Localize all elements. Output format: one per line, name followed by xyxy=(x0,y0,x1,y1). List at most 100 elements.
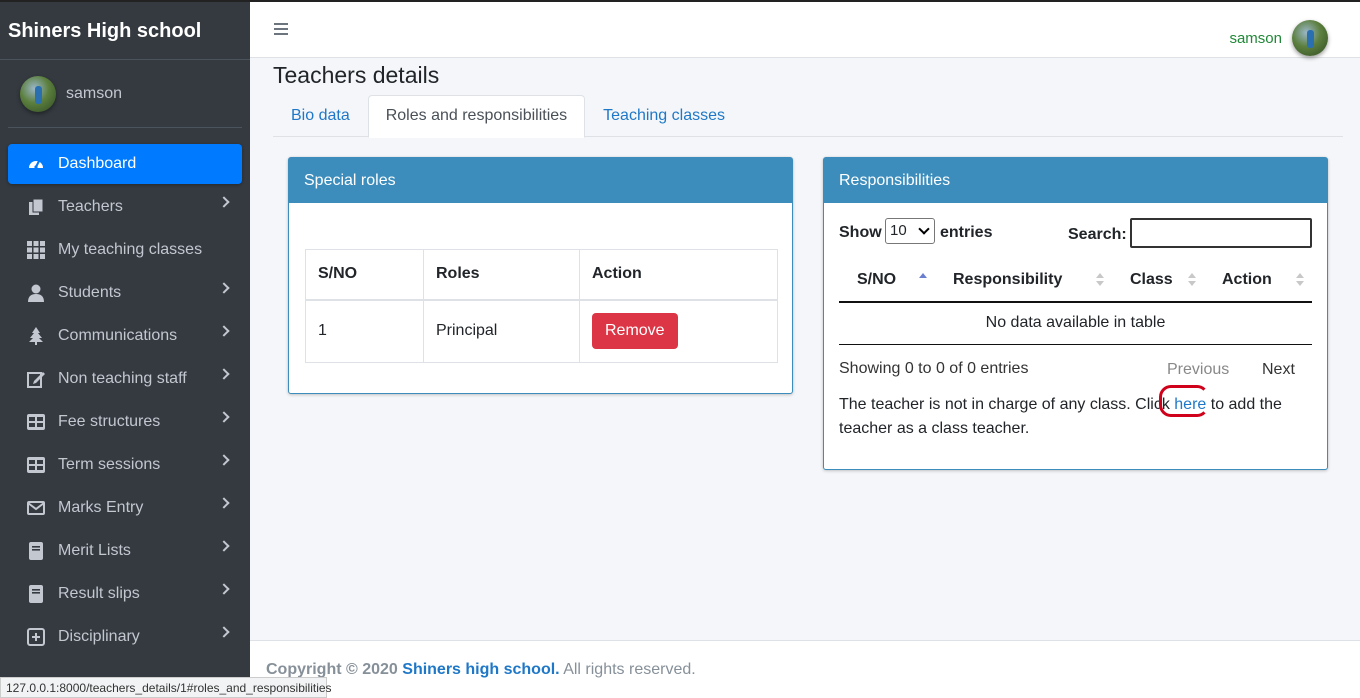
special-roles-card: Special roles S/NO Roles Action 1 Princi… xyxy=(288,157,793,394)
chevron-right-icon xyxy=(218,540,230,552)
column-label: Class xyxy=(1130,270,1173,288)
note-text: The teacher is not in charge of any clas… xyxy=(839,396,1175,413)
chevron-right-icon xyxy=(218,497,230,509)
chevron-right-icon xyxy=(218,583,230,595)
edit-icon xyxy=(26,369,46,389)
chevron-right-icon xyxy=(218,196,230,208)
chevron-right-icon xyxy=(218,626,230,638)
plus-square-icon xyxy=(26,627,46,647)
sidebar-item-teachers[interactable]: Teachers xyxy=(8,187,242,227)
table-row: No data available in table xyxy=(839,302,1312,345)
previous-button[interactable]: Previous xyxy=(1167,361,1229,379)
cell-sno: 1 xyxy=(305,299,424,363)
search-label: Search: xyxy=(1068,226,1127,243)
sidebar-item-label: Dashboard xyxy=(58,155,137,172)
sort-icon xyxy=(1188,273,1196,287)
chevron-right-icon xyxy=(218,368,230,380)
search-input[interactable] xyxy=(1130,218,1312,248)
chevron-right-icon xyxy=(218,325,230,337)
column-header: Action xyxy=(579,249,778,301)
sidebar-item-label: Non teaching staff xyxy=(58,370,187,387)
chevron-right-icon xyxy=(218,454,230,466)
rights-text: All rights reserved. xyxy=(559,661,696,678)
copyright-text: Copyright © 2020 xyxy=(266,661,403,678)
table-row: 1 Principal Remove xyxy=(305,299,778,363)
sidebar-item-merit-lists[interactable]: Merit Lists xyxy=(8,531,242,571)
cell-action: Remove xyxy=(579,299,778,363)
top-user-menu[interactable]: samson xyxy=(1229,20,1338,56)
user-name[interactable]: samson xyxy=(66,85,122,103)
card-title: Responsibilities xyxy=(824,158,1327,203)
top-avatar[interactable] xyxy=(1292,20,1328,56)
sidebar-item-my-teaching-classes[interactable]: My teaching classes xyxy=(8,230,242,270)
red-circle-annotation xyxy=(1159,385,1209,417)
user-panel[interactable]: samson xyxy=(8,60,242,128)
tree-icon xyxy=(26,326,46,346)
sidebar-item-dashboard[interactable]: Dashboard xyxy=(8,144,242,184)
sidebar-item-non-teaching-staff[interactable]: Non teaching staff xyxy=(8,359,242,399)
next-button[interactable]: Next xyxy=(1262,361,1295,379)
sort-header-class[interactable]: Class xyxy=(1112,258,1204,303)
column-header: Roles xyxy=(423,249,580,301)
book-icon xyxy=(26,584,46,604)
sidebar-item-marks-entry[interactable]: Marks Entry xyxy=(8,488,242,528)
sort-header-responsibility[interactable]: Responsibility xyxy=(935,258,1112,303)
responsibilities-table: S/NO Responsibility Class Action No data… xyxy=(839,258,1312,345)
top-navbar: samson xyxy=(250,0,1360,58)
table-icon xyxy=(26,412,46,432)
sidebar-nav: Dashboard Teachers My teaching classes S… xyxy=(0,144,250,657)
user-icon xyxy=(26,283,46,303)
sidebar-item-result-slips[interactable]: Result slips xyxy=(8,574,242,614)
tab-bar: Bio data Roles and responsibilities Teac… xyxy=(273,95,1343,138)
browser-status-url: 127.0.0.1:8000/teachers_details/1#roles_… xyxy=(0,677,332,698)
chevron-right-icon xyxy=(218,411,230,423)
footer: Copyright © 2020 Shiners high school. Al… xyxy=(250,640,1360,698)
copy-icon xyxy=(26,197,46,217)
show-label: Show xyxy=(839,224,882,241)
tab-teaching-classes[interactable]: Teaching classes xyxy=(585,95,743,137)
cell-role: Principal xyxy=(423,299,580,363)
top-username[interactable]: samson xyxy=(1229,30,1282,47)
sort-icon xyxy=(1096,273,1104,287)
card-title: Special roles xyxy=(289,158,792,203)
sidebar-item-students[interactable]: Students xyxy=(8,273,242,313)
column-label: Responsibility xyxy=(953,270,1063,288)
sidebar-item-label: Teachers xyxy=(58,198,123,215)
column-header: S/NO xyxy=(305,249,424,301)
sidebar-item-label: Merit Lists xyxy=(58,542,131,559)
sort-icon xyxy=(1296,273,1304,287)
sidebar-item-term-sessions[interactable]: Term sessions xyxy=(8,445,242,485)
tab-bio-data[interactable]: Bio data xyxy=(273,95,368,137)
menu-toggle-icon[interactable] xyxy=(274,23,288,35)
tab-roles-and-responsibilities[interactable]: Roles and responsibilities xyxy=(367,95,586,138)
special-roles-table: S/NO Roles Action 1 Principal Remove xyxy=(305,249,778,363)
footer-school-link[interactable]: Shiners high school. xyxy=(402,661,559,678)
sort-header-sno[interactable]: S/NO xyxy=(839,258,935,303)
datatable-controls: Show 10 entries Search: xyxy=(839,218,1312,250)
column-label: Action xyxy=(1222,270,1272,288)
sidebar-item-fee-structures[interactable]: Fee structures xyxy=(8,402,242,442)
sidebar-item-communications[interactable]: Communications xyxy=(8,316,242,356)
sort-header-action[interactable]: Action xyxy=(1204,258,1312,303)
table-info: Showing 0 to 0 of 0 entries xyxy=(839,360,1029,377)
sidebar-item-label: Communications xyxy=(58,327,178,344)
responsibilities-card: Responsibilities Show 10 entries Search:… xyxy=(823,157,1328,470)
table-icon xyxy=(26,455,46,475)
brand-title[interactable]: Shiners High school xyxy=(0,2,250,60)
sidebar-item-label: My teaching classes xyxy=(58,241,203,258)
sort-asc-icon xyxy=(919,273,927,287)
remove-button[interactable]: Remove xyxy=(592,313,678,350)
sidebar-item-disciplinary[interactable]: Disciplinary xyxy=(8,617,242,657)
entries-label: entries xyxy=(940,224,993,241)
page-title: Teachers details xyxy=(273,62,440,88)
sidebar-item-label: Disciplinary xyxy=(58,628,140,645)
empty-table-message: No data available in table xyxy=(839,302,1312,345)
sidebar-item-label: Marks Entry xyxy=(58,499,144,516)
sidebar-item-label: Term sessions xyxy=(58,456,161,473)
entries-length-select[interactable]: 10 xyxy=(885,218,935,244)
sidebar-item-label: Students xyxy=(58,284,122,301)
sidebar: Shiners High school samson Dashboard Tea… xyxy=(0,0,250,698)
sidebar-item-label: Fee structures xyxy=(58,413,161,430)
user-avatar[interactable] xyxy=(20,75,56,112)
dashboard-icon xyxy=(26,154,46,174)
